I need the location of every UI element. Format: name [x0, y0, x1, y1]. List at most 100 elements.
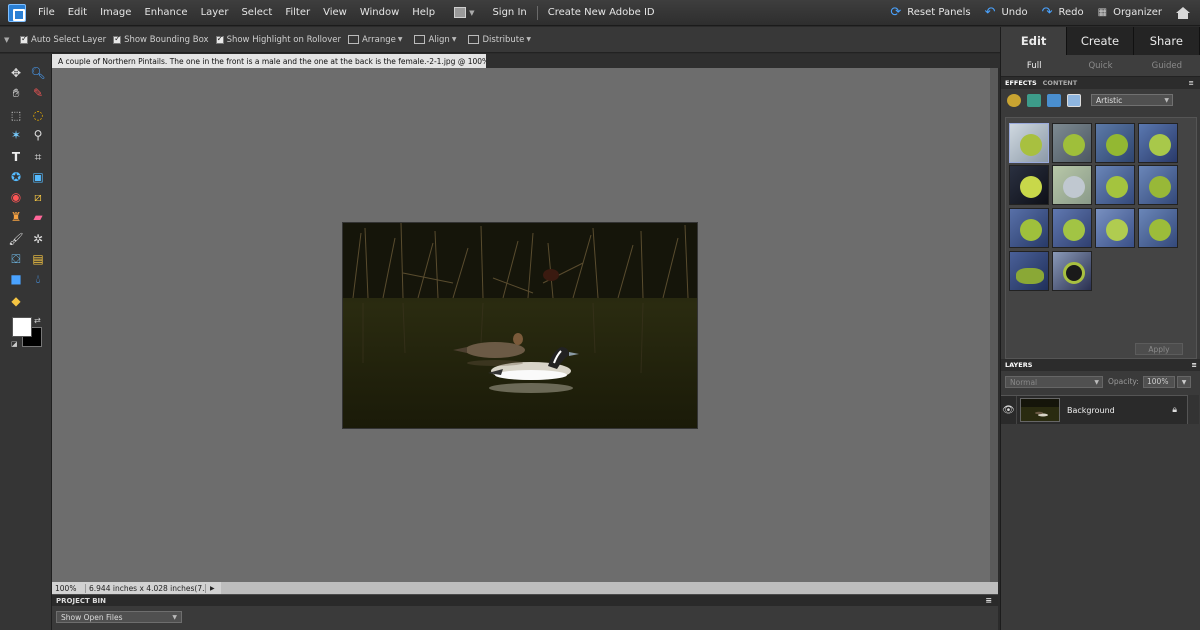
create-adobe-id-link[interactable]: Create New Adobe ID: [548, 7, 655, 18]
menu-layer[interactable]: Layer: [201, 7, 229, 18]
lasso-tool-icon[interactable]: ◌: [29, 106, 47, 124]
show-highlight-checkbox[interactable]: Show Highlight on Rollover: [215, 34, 341, 45]
eyedropper-tool-icon[interactable]: ✎: [29, 84, 47, 102]
type-tool-icon[interactable]: T: [7, 148, 25, 166]
tool-preset-caret-icon[interactable]: ▼: [4, 36, 20, 44]
effect-thumbnail[interactable]: [1095, 165, 1135, 205]
lock-icon[interactable]: 🔒︎: [1172, 405, 1177, 415]
blur-tool-icon[interactable]: 💧︎: [29, 270, 47, 288]
crop-tool-icon[interactable]: ⌗: [29, 148, 47, 166]
sign-in-link[interactable]: Sign In: [492, 7, 526, 18]
reset-panels-button[interactable]: ⟳ Reset Panels: [890, 5, 970, 20]
smart-brush-tool-icon[interactable]: ✲: [29, 230, 47, 248]
tab-content[interactable]: CONTENT: [1043, 79, 1077, 87]
tab-guided[interactable]: Guided: [1134, 55, 1200, 76]
tab-edit[interactable]: Edit: [1001, 27, 1068, 55]
layer-row-background[interactable]: 👁︎ Background 🔒︎: [1001, 395, 1187, 425]
canvas-horizontal-scrollbar[interactable]: [220, 582, 998, 594]
effect-thumbnail[interactable]: [1052, 208, 1092, 248]
healing-brush-tool-icon[interactable]: ⧄: [29, 188, 47, 206]
photo-effects-icon[interactable]: [1047, 93, 1061, 107]
distribute-dropdown[interactable]: Distribute ▼: [468, 35, 531, 45]
cookie-cutter-tool-icon[interactable]: ✪: [7, 168, 25, 186]
opacity-input[interactable]: 100%: [1143, 376, 1175, 388]
menu-edit[interactable]: Edit: [68, 7, 87, 18]
effect-thumbnail[interactable]: [1009, 251, 1049, 291]
effect-thumbnail[interactable]: [1009, 208, 1049, 248]
undo-button[interactable]: ↶ Undo: [985, 5, 1028, 20]
effect-thumbnail[interactable]: [1138, 165, 1178, 205]
gradient-tool-icon[interactable]: ▤: [29, 250, 47, 268]
effects-category-select[interactable]: Artistic ▼: [1091, 94, 1173, 106]
tab-share[interactable]: Share: [1133, 27, 1200, 55]
canvas-area[interactable]: [52, 68, 998, 582]
tab-create[interactable]: Create: [1067, 27, 1134, 55]
menu-select[interactable]: Select: [241, 7, 272, 18]
menu-view[interactable]: View: [323, 7, 347, 18]
opacity-slider-toggle-icon[interactable]: ▼: [1177, 376, 1191, 388]
magic-wand-tool-icon[interactable]: ✶: [7, 126, 25, 144]
effect-thumbnail[interactable]: [1138, 208, 1178, 248]
project-bin-header[interactable]: PROJECT BIN ≡: [52, 594, 998, 606]
effect-thumbnail[interactable]: [1009, 123, 1049, 163]
effect-thumbnail[interactable]: [1052, 123, 1092, 163]
menu-window[interactable]: Window: [360, 7, 399, 18]
project-bin-select[interactable]: Show Open Files ▼: [56, 611, 182, 623]
zoom-tool-icon[interactable]: 🔍︎: [29, 64, 47, 82]
move-tool-icon[interactable]: ✥: [7, 64, 25, 82]
zoom-level[interactable]: 100%: [52, 583, 86, 593]
effect-thumbnail[interactable]: [1095, 123, 1135, 163]
pintail-ducks-photo[interactable]: [342, 222, 698, 429]
organizer-button[interactable]: ▦ Organizer: [1098, 7, 1162, 18]
filters-icon[interactable]: [1007, 93, 1021, 107]
clone-stamp-tool-icon[interactable]: ♜: [7, 208, 25, 226]
tab-effects[interactable]: EFFECTS: [1005, 79, 1037, 87]
effect-thumbnail[interactable]: [1009, 165, 1049, 205]
apply-button[interactable]: Apply: [1135, 343, 1183, 355]
menu-enhance[interactable]: Enhance: [144, 7, 187, 18]
arrange-dropdown[interactable]: Arrange ▼: [347, 35, 402, 45]
home-icon[interactable]: [1176, 6, 1190, 19]
tab-full[interactable]: Full: [1001, 55, 1067, 76]
brush-tool-icon[interactable]: 🖌︎: [7, 230, 25, 248]
hand-tool-icon[interactable]: ✋︎: [7, 84, 25, 102]
show-all-icon[interactable]: [1067, 93, 1081, 107]
align-dropdown[interactable]: Align ▼: [414, 35, 456, 45]
effect-thumbnail[interactable]: [1052, 165, 1092, 205]
recompose-tool-icon[interactable]: ▣: [29, 168, 47, 186]
blend-mode-select[interactable]: Normal ▼: [1005, 376, 1103, 388]
shape-tool-icon[interactable]: ■: [7, 270, 25, 288]
tab-quick[interactable]: Quick: [1067, 55, 1133, 76]
foreground-color-swatch[interactable]: [12, 317, 32, 337]
menu-file[interactable]: File: [38, 7, 55, 18]
quick-selection-tool-icon[interactable]: ⚲: [29, 126, 47, 144]
marquee-tool-icon[interactable]: ⬚: [7, 106, 25, 124]
panel-menu-icon[interactable]: ≡: [1189, 79, 1194, 87]
default-colors-icon[interactable]: ◪: [11, 340, 18, 348]
sponge-tool-icon[interactable]: ◆: [7, 292, 25, 310]
workspace-mode-switch[interactable]: ▼: [454, 7, 474, 18]
paint-bucket-tool-icon[interactable]: ⛋: [7, 250, 25, 268]
status-menu-arrow-icon[interactable]: ▶: [210, 585, 215, 592]
swap-colors-icon[interactable]: ⇄: [34, 316, 41, 325]
redo-button[interactable]: ↷ Redo: [1042, 5, 1084, 20]
panel-menu-icon[interactable]: ≡: [1192, 361, 1197, 369]
effect-thumbnail[interactable]: [1052, 251, 1092, 291]
eraser-tool-icon[interactable]: ▰: [29, 208, 47, 226]
effect-thumbnail[interactable]: [1095, 208, 1135, 248]
effect-thumbnail[interactable]: [1138, 123, 1178, 163]
visibility-eye-icon[interactable]: 👁︎: [1001, 395, 1017, 425]
menu-image[interactable]: Image: [100, 7, 131, 18]
canvas-vertical-scrollbar[interactable]: [990, 68, 998, 582]
menu-help[interactable]: Help: [412, 7, 435, 18]
panel-menu-icon[interactable]: ≡: [985, 596, 992, 605]
menu-filter[interactable]: Filter: [285, 7, 310, 18]
effects-toolbar: Artistic ▼: [1001, 89, 1200, 111]
layer-styles-icon[interactable]: [1027, 93, 1041, 107]
document-tab[interactable]: A couple of Northern Pintails. The one i…: [52, 54, 486, 68]
show-bounding-box-checkbox[interactable]: Show Bounding Box: [113, 34, 209, 45]
show-bounding-box-label: Show Bounding Box: [124, 34, 209, 45]
auto-select-layer-checkbox[interactable]: Auto Select Layer: [20, 34, 106, 45]
layers-scrollbar[interactable]: [1187, 395, 1199, 424]
red-eye-tool-icon[interactable]: ◉: [7, 188, 25, 206]
